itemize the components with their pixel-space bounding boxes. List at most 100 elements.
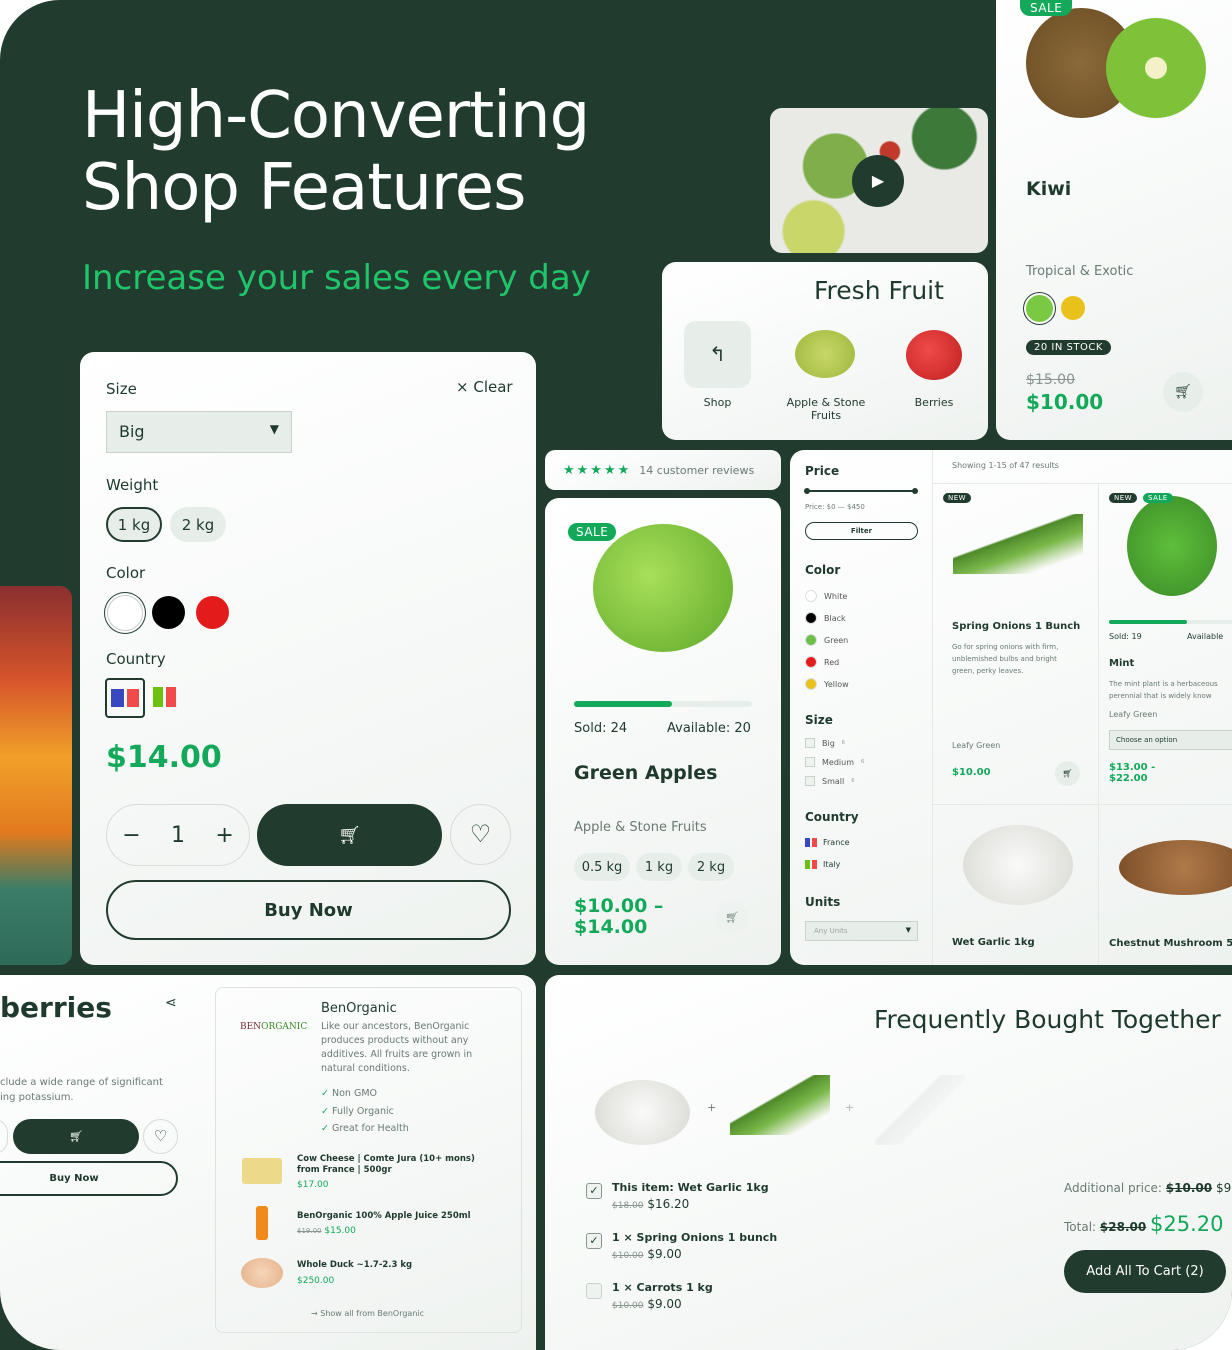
checkbox[interactable] (805, 757, 815, 767)
weight-option[interactable]: 2 kg (688, 853, 734, 881)
fbt-checkbox[interactable]: ✓ (586, 1183, 602, 1199)
weight-option[interactable]: 0.5 kg (574, 853, 630, 881)
weight-option[interactable]: 1 kg (636, 853, 682, 881)
cart-icon: 🛒︎ (338, 824, 361, 846)
swatch-green[interactable] (1026, 295, 1053, 322)
mushroom-image (1119, 840, 1232, 895)
filter-color-white[interactable]: White (805, 590, 847, 602)
category-shop[interactable]: ↰ (684, 321, 751, 388)
product-card-spring-onions[interactable]: NEW Spring Onions 1 Bunch Go for spring … (933, 484, 1098, 804)
price-slider[interactable] (804, 488, 918, 494)
cart-icon: 🛒︎ (69, 1130, 83, 1143)
fbt-item-price: $10.00 $9.00 (612, 1297, 682, 1311)
color-red[interactable] (196, 596, 229, 629)
fbt-item: 1 × Carrots 1 kg $10.00 $9.00 (586, 1281, 886, 1321)
heart-icon: ♡ (469, 820, 492, 848)
wishlist-button[interactable]: ♡ (143, 1119, 178, 1154)
new-badge: NEW (943, 493, 972, 503)
clear-label: Clear (473, 378, 513, 396)
size-select[interactable]: Big ▼ (106, 411, 292, 453)
checkbox[interactable] (805, 738, 815, 748)
juice-image (256, 1206, 268, 1240)
product-name: Wet Garlic 1kg (952, 937, 1035, 948)
grapes-image[interactable] (795, 330, 855, 378)
fbt-checkbox[interactable]: ✓ (586, 1233, 602, 1249)
color-white[interactable] (107, 595, 143, 631)
product-card-wet-garlic[interactable]: Wet Garlic 1kg (933, 805, 1098, 965)
checkbox[interactable] (805, 776, 815, 786)
country-italy[interactable] (153, 687, 176, 707)
variant-select[interactable]: Choose an option (1109, 730, 1232, 750)
sold-progress-bar (574, 701, 752, 707)
plus-icon: + (845, 1101, 855, 1114)
add-to-cart-button[interactable]: 🛒︎ (13, 1119, 139, 1154)
product-category: Leafy Green (1109, 710, 1158, 719)
share-icon[interactable]: ⋖ (165, 995, 177, 1011)
brand-product-name[interactable]: BenOrganic 100% Apple Juice 250ml (297, 1211, 471, 1221)
weight-option-1kg[interactable]: 1 kg (106, 507, 162, 542)
filter-size-small[interactable]: Small 6 (805, 776, 854, 786)
buy-now-button[interactable]: Buy Now (106, 880, 511, 940)
sold-progress-bar (1109, 620, 1232, 624)
quantity-stepper[interactable] (0, 1119, 8, 1154)
product-description: Go for spring onions with firm, unblemis… (952, 643, 1059, 675)
filter-size-big[interactable]: Big 6 (805, 738, 845, 748)
buy-now-button[interactable]: Buy Now (0, 1161, 178, 1196)
add-to-cart-button[interactable]: 🛒︎ (715, 901, 749, 935)
old-price: $15.00 (1026, 372, 1075, 388)
back-arrow-icon: ↰ (709, 342, 726, 366)
clear-button[interactable]: × Clear (456, 378, 513, 396)
filter-color-black[interactable]: Black (805, 612, 846, 624)
brand-product-name[interactable]: Whole Duck ~1.7-2.3 kg (297, 1260, 412, 1270)
country-name: France (823, 838, 850, 847)
reviews-bar[interactable]: ★★★★★ 14 customer reviews (545, 450, 781, 490)
wishlist-button[interactable]: ♡ (450, 804, 511, 865)
brand-logo: BENORGANIC (240, 1022, 308, 1032)
category-label: Apple & Stone Fruits (786, 396, 866, 422)
show-all-link[interactable]: → Show all from BenOrganic (311, 1309, 424, 1318)
fbt-item-label: 1 × Spring Onions 1 bunch (612, 1231, 778, 1244)
new-badge: NEW (1109, 493, 1138, 503)
increment-button[interactable]: + (215, 823, 233, 848)
units-select[interactable]: Any Units ▼ (805, 921, 918, 941)
filter-color-red[interactable]: Red (805, 656, 839, 668)
product-card-chestnut-mushroom[interactable]: Chestnut Mushroom 50 Gr (1099, 805, 1232, 965)
decrement-button[interactable]: − (122, 823, 140, 848)
play-button[interactable]: ▶ (852, 155, 904, 207)
size-count: 6 (851, 778, 855, 784)
filter-country-france[interactable]: France (805, 838, 850, 847)
star-rating-icon: ★★★★★ (563, 462, 632, 478)
color-name: White (824, 591, 848, 601)
filter-color-yellow[interactable]: Yellow (805, 678, 849, 690)
product-name: Chestnut Mushroom 50 Gr (1109, 938, 1232, 949)
results-count: Showing 1-15 of 47 results (952, 461, 1059, 470)
filter-country-italy[interactable]: Italy (805, 860, 840, 869)
product-price: $10.00 (952, 767, 991, 778)
strawberry-image[interactable] (906, 330, 962, 380)
filter-button[interactable]: Filter (805, 522, 918, 540)
kiwi-product-card[interactable]: SALE Kiwi Tropical & Exotic 20 IN STOCK … (996, 0, 1232, 440)
color-black[interactable] (152, 596, 185, 629)
brand-features: ✓ Non GMO ✓ Fully Organic ✓ Great for He… (321, 1088, 409, 1134)
quantity-value[interactable]: 1 (171, 823, 185, 848)
quantity-stepper[interactable]: − 1 + (106, 804, 250, 866)
color-swatch (805, 634, 817, 646)
fbt-item-label: This item: Wet Garlic 1kg (612, 1181, 769, 1194)
add-to-cart-button[interactable]: 🛒︎ (1055, 761, 1080, 786)
kiwi-slice-image (1106, 18, 1206, 118)
country-france[interactable] (105, 678, 145, 718)
weight-option-2kg[interactable]: 2 kg (170, 507, 226, 542)
available-count: Available (1187, 632, 1224, 641)
green-apples-card[interactable]: SALE Sold: 24 Available: 20 Green Apples… (545, 498, 781, 965)
fbt-checkbox[interactable] (586, 1283, 602, 1299)
add-to-cart-button[interactable]: 🛒︎ (1163, 372, 1203, 412)
swatch-yellow[interactable] (1061, 296, 1085, 320)
filter-size-medium[interactable]: Medium 6 (805, 757, 864, 767)
product-name: Spring Onions 1 Bunch (952, 621, 1081, 632)
product-card-mint[interactable]: NEW SALE Sold: 19 Available Mint The min… (1099, 484, 1232, 804)
add-all-to-cart-button[interactable]: Add All To Cart (2) (1064, 1250, 1226, 1293)
brand-product-name[interactable]: Cow Cheese | Comte Jura (10+ mons) from … (297, 1154, 497, 1176)
filter-color-green[interactable]: Green (805, 634, 848, 646)
fbt-item-price: $10.00 $9.00 (612, 1247, 682, 1261)
add-to-cart-button[interactable]: 🛒︎ (257, 804, 442, 866)
